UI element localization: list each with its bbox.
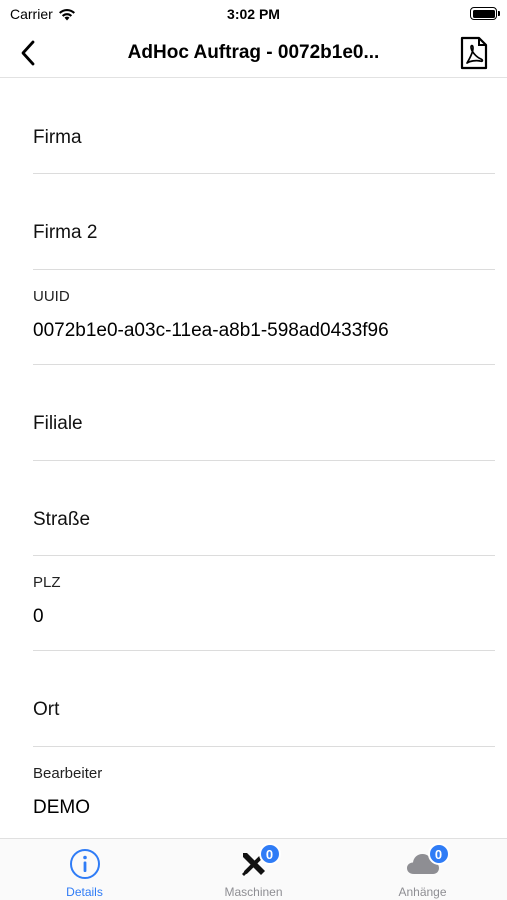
firma-field[interactable]: Firma [33, 79, 495, 175]
order-details-form: Firma Firma 2 UUID 0072b1e0-a03c-11ea-a8… [0, 79, 507, 842]
ort-field[interactable]: Ort [33, 651, 495, 747]
ort-placeholder: Ort [33, 699, 60, 721]
strasse-field[interactable]: Straße [33, 461, 495, 556]
tab-maschinen-label: Maschinen [224, 885, 283, 899]
bearbeiter-field[interactable]: Bearbeiter DEMO [33, 747, 495, 842]
firma-placeholder: Firma [33, 127, 82, 148]
bearbeiter-label: Bearbeiter [33, 764, 103, 782]
tab-maschinen[interactable]: 0 Maschinen [169, 839, 338, 900]
strasse-placeholder: Straße [33, 508, 91, 530]
firma-2-field[interactable]: Firma 2 [33, 174, 495, 270]
tab-bar: Details 0 Maschinen 0 Anhänge [0, 838, 507, 900]
navigation-bar: AdHoc Auftrag - 0072b1e0... [0, 28, 507, 78]
tab-anhaenge-label: Anhänge [398, 885, 447, 899]
anhaenge-count-badge: 0 [427, 843, 450, 865]
info-icon [69, 849, 100, 879]
filiale-placeholder: Filiale [33, 413, 83, 435]
back-button[interactable] [20, 38, 48, 68]
maschinen-count-badge: 0 [258, 843, 281, 865]
plz-value: 0 [33, 605, 44, 627]
bearbeiter-value: DEMO [33, 796, 90, 818]
pdf-export-button[interactable] [459, 36, 489, 70]
tab-details[interactable]: Details [0, 839, 169, 900]
pdf-icon [460, 36, 488, 70]
page-title: AdHoc Auftrag - 0072b1e0... [127, 42, 380, 63]
chevron-left-icon [21, 40, 35, 66]
uuid-field[interactable]: UUID 0072b1e0-a03c-11ea-a8b1-598ad0433f9… [33, 270, 495, 366]
status-bar: Carrier 3:02 PM [0, 0, 507, 28]
tab-anhaenge[interactable]: 0 Anhänge [338, 839, 507, 900]
plz-label: PLZ [33, 573, 61, 591]
filiale-field[interactable]: Filiale [33, 365, 495, 461]
battery-icon [470, 7, 500, 20]
uuid-value: 0072b1e0-a03c-11ea-a8b1-598ad0433f96 [33, 319, 389, 341]
tab-details-label: Details [66, 885, 103, 899]
plz-field[interactable]: PLZ 0 [33, 556, 495, 652]
uuid-label: UUID [33, 287, 70, 305]
clock: 3:02 PM [227, 6, 280, 22]
firma-2-placeholder: Firma 2 [33, 222, 98, 244]
